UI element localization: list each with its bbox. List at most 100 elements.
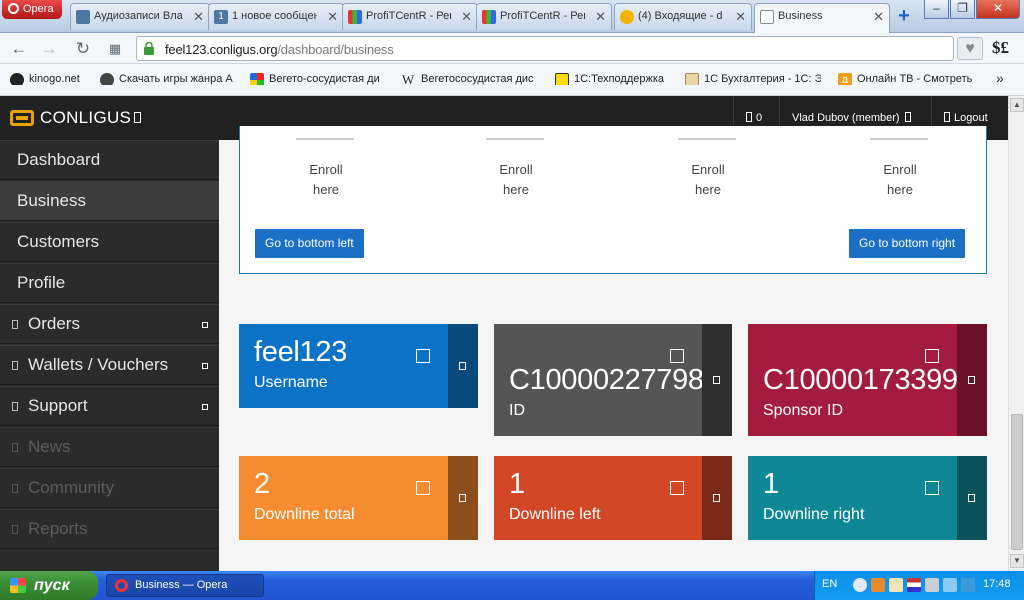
go-to-bottom-left-button[interactable]: Go to bottom left: [255, 229, 364, 258]
more-bookmarks-chevron-icon[interactable]: »: [996, 70, 1004, 86]
sidebar-item-reports[interactable]: Reports: [0, 509, 219, 549]
url-path: /dashboard/business: [277, 42, 394, 57]
network-icon[interactable]: [943, 578, 957, 592]
sidebar-item-customers[interactable]: Customers: [0, 222, 219, 262]
right-branch-icon: [925, 481, 939, 495]
language-indicator[interactable]: EN: [822, 578, 837, 590]
flag-tray-icon[interactable]: [907, 578, 921, 592]
speed-dial-grid-icon[interactable]: ▦: [104, 38, 126, 60]
tile-side-link[interactable]: [957, 324, 987, 436]
orders-icon: [12, 320, 18, 329]
tile-side-link[interactable]: [702, 456, 732, 540]
left-branch-icon: [670, 481, 684, 495]
go-to-bottom-right-button[interactable]: Go to bottom right: [849, 229, 966, 258]
app-tray-icon[interactable]: [889, 578, 903, 592]
sidebar-item-wallets[interactable]: Wallets / Vouchers: [0, 345, 219, 385]
tab-profitcentr-2[interactable]: ProfiTCentR - Рег ✕: [476, 3, 612, 30]
close-window-button[interactable]: ✕: [976, 0, 1020, 19]
scroll-up-arrow-icon[interactable]: ▲: [1010, 98, 1024, 112]
bookmark-item[interactable]: Вегето-сосудистая ди: [250, 73, 388, 85]
bookmark-heart-icon[interactable]: ♥: [957, 37, 983, 60]
enroll-slot[interactable]: Enroll here: [476, 138, 556, 200]
new-tab-button[interactable]: +: [893, 6, 915, 28]
user-icon: [416, 349, 430, 363]
tab-label: ProfiTCentR - Рег: [500, 10, 585, 22]
tile-side-link[interactable]: [448, 456, 478, 540]
sidebar-item-orders[interactable]: Orders: [0, 304, 219, 344]
reload-icon[interactable]: ↻: [72, 38, 94, 60]
url-text: feel123.conligus.org/dashboard/business: [165, 42, 394, 57]
opera-menu-button[interactable]: Opera: [2, 0, 62, 19]
scroll-down-arrow-icon[interactable]: ▼: [1010, 554, 1024, 568]
menu-toggle-icon[interactable]: [134, 112, 141, 123]
tab-label: Аудиозаписи Вла: [94, 10, 183, 22]
tile-side-link[interactable]: [448, 324, 478, 408]
app-tray-icon[interactable]: [871, 578, 885, 592]
opera-icon: [115, 579, 128, 592]
collapse-tray-icon[interactable]: [853, 578, 867, 592]
bookmark-item[interactable]: a Онлайн ТВ - Смотреть: [838, 73, 972, 85]
volume-icon[interactable]: [925, 578, 939, 592]
arrow-icon: [713, 494, 720, 502]
browser-tab-strip: Opera Аудиозаписи Вла ✕ 1 1 новое сообще…: [0, 0, 1024, 33]
opera-logo-icon: [8, 3, 19, 14]
enroll-slot[interactable]: Enroll here: [860, 138, 940, 200]
sidebar-item-profile[interactable]: Profile: [0, 263, 219, 303]
enroll-slot[interactable]: Enroll here: [286, 138, 366, 200]
expand-icon: [202, 363, 208, 369]
sidebar-item-dashboard[interactable]: Dashboard: [0, 140, 219, 180]
sidebar-item-label: Business: [17, 191, 86, 210]
scrollbar-thumb[interactable]: [1011, 414, 1023, 550]
bookmark-item[interactable]: 1С Бухгалтерия - 1С: Э: [685, 73, 821, 85]
tab-inbox[interactable]: (4) Входящие - d ✕: [614, 3, 752, 30]
forward-arrow-icon[interactable]: →: [38, 38, 60, 60]
bookmark-item[interactable]: W Вегетососудистая дис: [402, 73, 540, 85]
taskbar-window-button[interactable]: Business — Opera: [106, 574, 264, 597]
currency-extension-icon[interactable]: $£: [992, 38, 1009, 58]
tab-business[interactable]: Business ✕: [754, 3, 890, 33]
page-scrollbar[interactable]: ▲ ▼: [1008, 96, 1024, 571]
tile-value: 2: [254, 468, 270, 500]
close-tab-icon[interactable]: ✕: [873, 9, 884, 25]
close-tab-icon[interactable]: ✕: [461, 9, 472, 25]
tile-side-link[interactable]: [702, 324, 732, 436]
tab-label: (4) Входящие - d: [638, 10, 723, 22]
maximize-button[interactable]: ❐: [950, 0, 975, 19]
tile-side-link[interactable]: [957, 456, 987, 540]
sidebar-item-community[interactable]: Community: [0, 468, 219, 508]
page-icon: [760, 10, 774, 24]
start-label: пуск: [34, 577, 70, 594]
close-tab-icon[interactable]: ✕: [595, 9, 606, 25]
close-tab-icon[interactable]: ✕: [327, 9, 338, 25]
tab-messages[interactable]: 1 1 новое сообщен ✕: [208, 3, 344, 30]
tab-vk-audio[interactable]: Аудиозаписи Вла ✕: [70, 3, 210, 30]
sidebar: Dashboard Business Customers Profile Ord…: [0, 140, 219, 571]
users-icon: [416, 481, 430, 495]
app-tray-icon[interactable]: [961, 578, 975, 592]
sidebar-item-support[interactable]: Support: [0, 386, 219, 426]
back-arrow-icon[interactable]: ←: [8, 38, 30, 60]
wikipedia-icon: W: [402, 73, 415, 85]
notification-count: 0: [756, 112, 763, 124]
minimize-button[interactable]: –: [924, 0, 949, 19]
sidebar-item-label: Orders: [28, 314, 80, 333]
vk-icon: 1: [214, 10, 228, 24]
sidebar-item-news[interactable]: News: [0, 427, 219, 467]
close-tab-icon[interactable]: ✕: [193, 9, 204, 25]
tab-profitcentr-1[interactable]: ProfiTCentR - Рег ✕: [342, 3, 478, 30]
enroll-label: Enroll here: [499, 162, 533, 197]
tile-value: feel123: [254, 336, 348, 368]
bookmark-item[interactable]: Скачать игры жанра А: [100, 73, 238, 85]
start-button[interactable]: пуск: [0, 571, 98, 600]
tile-label: ID: [509, 402, 525, 419]
close-tab-icon[interactable]: ✕: [735, 9, 746, 25]
bookmark-item[interactable]: 1С:Техподдержка: [555, 73, 673, 85]
enroll-slot[interactable]: Enroll here: [668, 138, 748, 200]
sidebar-item-label: Customers: [17, 232, 100, 251]
enroll-label: Enroll here: [309, 162, 343, 197]
bookmark-label: Скачать игры жанра А: [119, 73, 233, 85]
address-bar[interactable]: feel123.conligus.org/dashboard/business: [136, 36, 954, 61]
downline-left-tile: 1 Downline left: [494, 456, 732, 540]
bookmark-item[interactable]: kinogo.net: [10, 73, 90, 85]
sidebar-item-business[interactable]: Business: [0, 181, 219, 221]
